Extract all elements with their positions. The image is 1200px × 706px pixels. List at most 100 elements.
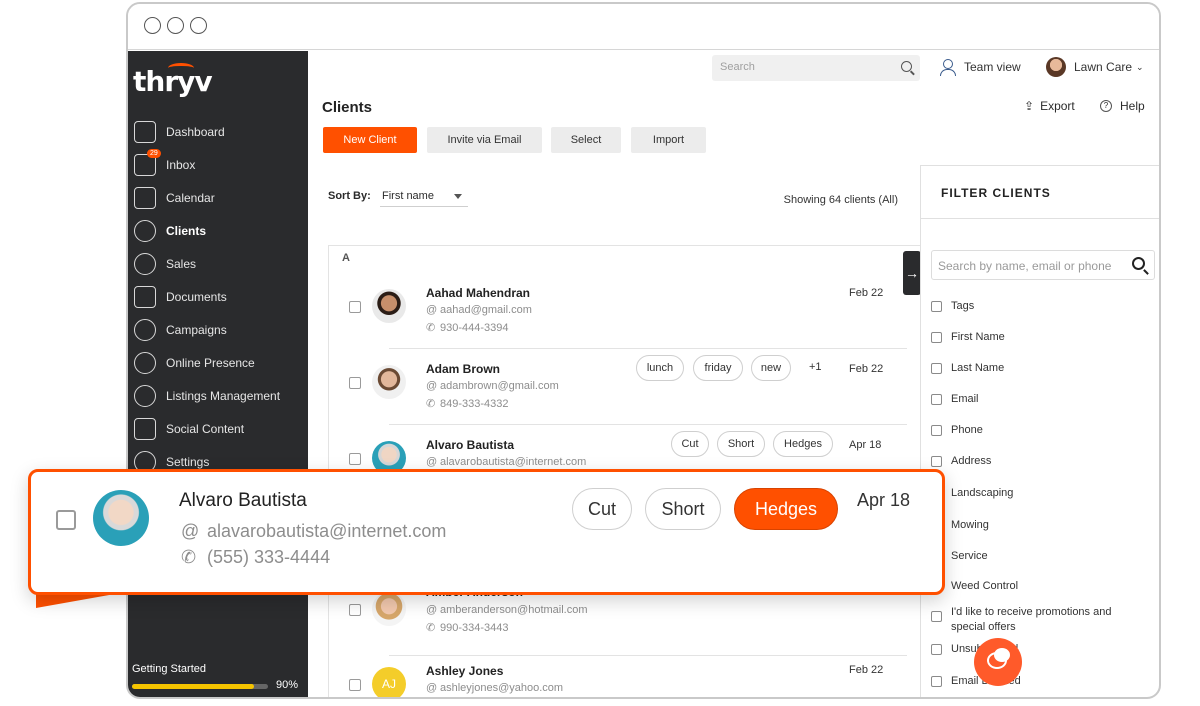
collapse-filter-button[interactable]: → [903, 251, 921, 295]
table-row[interactable]: Aahad Mahendran @ aahad@gmail.com ✆ 930-44… [329, 273, 907, 349]
sidebar-item-dashboard[interactable]: Dashboard [134, 119, 304, 145]
tag-chip[interactable]: lunch [636, 355, 684, 381]
client-name[interactable]: Alvaro Bautista [426, 438, 514, 452]
client-name[interactable]: Aahad Mahendran [426, 286, 530, 300]
client-email: ashleyjones@yahoo.com [440, 682, 564, 694]
filter-option[interactable]: Weed Control [931, 580, 1156, 592]
filter-option[interactable]: Unsubscribed [931, 643, 1156, 655]
table-row[interactable]: Adam Brown @ adambrown@gmail.com ✆ 849-333… [329, 349, 907, 425]
top-bar: Search Team view Lawn Care ⌄ [308, 51, 1159, 91]
sidebar-item-label: Sales [166, 257, 197, 271]
sidebar-item-inbox[interactable]: 29 Inbox [134, 149, 304, 178]
filter-option-label: Service [951, 550, 988, 562]
filter-option-label: Tags [951, 300, 975, 312]
tag-chip[interactable]: Cut [572, 488, 632, 530]
window-dot-3[interactable] [190, 17, 207, 34]
social-icon [134, 418, 156, 440]
filter-checkbox[interactable] [931, 676, 942, 687]
export-icon: ⇪ [1024, 99, 1035, 113]
team-view-button[interactable]: Team view [940, 59, 1021, 76]
sidebar-item-sales[interactable]: Sales [134, 251, 304, 277]
filter-option[interactable]: I'd like to receive promotions and speci… [931, 605, 1156, 635]
sidebar-item-online-presence[interactable]: Online Presence [134, 350, 304, 376]
highlighted-client-card[interactable]: Alvaro Bautista @ alavarobautista@interne… [28, 469, 945, 595]
row-checkbox[interactable] [349, 453, 361, 465]
tag-chip[interactable]: Hedges [773, 431, 833, 457]
chevron-down-icon: ⌄ [1136, 61, 1144, 72]
help-button[interactable]: ? Help [1100, 99, 1145, 113]
select-button[interactable]: Select [551, 127, 621, 153]
filter-checkbox[interactable] [931, 363, 942, 374]
window-dot-1[interactable] [144, 17, 161, 34]
new-client-button[interactable]: New Client [323, 127, 417, 153]
sidebar: thryv Dashboard 29 Inbox Calendar Clients… [128, 51, 308, 697]
filter-checkbox[interactable] [931, 644, 942, 655]
client-email: adambrown@gmail.com [440, 380, 559, 392]
filter-option-label: Mowing [951, 519, 989, 531]
client-date: Feb 22 [849, 287, 884, 299]
sidebar-item-label: Online Presence [166, 356, 255, 370]
filter-option[interactable]: Email Blocked [931, 675, 1156, 687]
filter-checkbox[interactable] [931, 394, 942, 405]
filter-option[interactable]: Last Name [931, 362, 1156, 374]
export-button[interactable]: ⇪ Export [1024, 99, 1075, 113]
tag-chip[interactable]: Short [717, 431, 765, 457]
table-row[interactable]: AJ Ashley Jones @ ashleyjones@yahoo.com F… [329, 656, 899, 697]
sort-by-select[interactable]: First name [380, 183, 468, 207]
window-titlebar [128, 4, 1159, 50]
account-menu[interactable]: Lawn Care ⌄ [1046, 57, 1144, 77]
row-checkbox[interactable] [349, 679, 361, 691]
filter-checkbox[interactable] [931, 611, 942, 622]
filter-option[interactable]: Address [931, 455, 1156, 467]
tag-chip[interactable]: new [751, 355, 791, 381]
filter-option-label: Address [951, 455, 992, 467]
sidebar-item-documents[interactable]: Documents [134, 284, 304, 310]
import-button[interactable]: Import [631, 127, 706, 153]
filter-option[interactable]: Tags [931, 300, 1156, 312]
tag-chip[interactable]: Cut [671, 431, 709, 457]
client-name[interactable]: Alvaro Bautista [179, 490, 307, 512]
window-dot-2[interactable] [167, 17, 184, 34]
filter-option[interactable]: Landscaping [931, 487, 1156, 499]
tag-chip[interactable]: Short [645, 488, 721, 530]
client-name[interactable]: Adam Brown [426, 362, 500, 376]
tag-chip[interactable]: friday [693, 355, 743, 381]
chat-button[interactable] [974, 638, 1022, 686]
row-checkbox[interactable] [349, 301, 361, 313]
sales-icon [134, 253, 156, 275]
filter-option[interactable]: Mowing [931, 519, 1156, 531]
more-tags-count[interactable]: +1 [809, 361, 822, 373]
invite-via-email-button[interactable]: Invite via Email [427, 127, 542, 153]
search-icon[interactable] [901, 61, 912, 72]
at-icon: @ [181, 521, 200, 541]
row-checkbox[interactable] [349, 604, 361, 616]
row-checkbox[interactable] [56, 510, 76, 530]
avatar [372, 592, 406, 626]
row-checkbox[interactable] [349, 377, 361, 389]
filter-option[interactable]: First Name [931, 331, 1156, 343]
filter-checkbox[interactable] [931, 425, 942, 436]
getting-started-label[interactable]: Getting Started [132, 663, 206, 675]
getting-started-percent: 90% [276, 679, 299, 691]
filter-option-label: Last Name [951, 362, 1005, 374]
calendar-icon [134, 187, 156, 209]
filter-checkbox[interactable] [931, 301, 942, 312]
global-search-input[interactable]: Search [712, 55, 920, 81]
progress-fill [132, 684, 255, 689]
filter-search-input[interactable]: Search by name, email or phone [931, 250, 1155, 280]
filter-option[interactable]: Email [931, 393, 1156, 405]
filter-checkbox[interactable] [931, 456, 942, 467]
sidebar-item-clients[interactable]: Clients [134, 218, 304, 244]
filter-option[interactable]: Phone [931, 424, 1156, 436]
sidebar-item-social-content[interactable]: Social Content [134, 416, 304, 442]
sidebar-item-listings-management[interactable]: Listings Management [134, 383, 304, 409]
search-icon[interactable] [1132, 257, 1145, 270]
sidebar-item-campaigns[interactable]: Campaigns [134, 317, 304, 343]
filter-checkbox[interactable] [931, 332, 942, 343]
client-name[interactable]: Ashley Jones [426, 664, 503, 678]
tag-chip-active[interactable]: Hedges [734, 488, 838, 530]
sidebar-item-label: Clients [166, 224, 207, 238]
sidebar-item-calendar[interactable]: Calendar [134, 185, 304, 211]
client-phone: (555) 333-4444 [207, 547, 331, 567]
filter-option[interactable]: Service [931, 550, 1156, 562]
